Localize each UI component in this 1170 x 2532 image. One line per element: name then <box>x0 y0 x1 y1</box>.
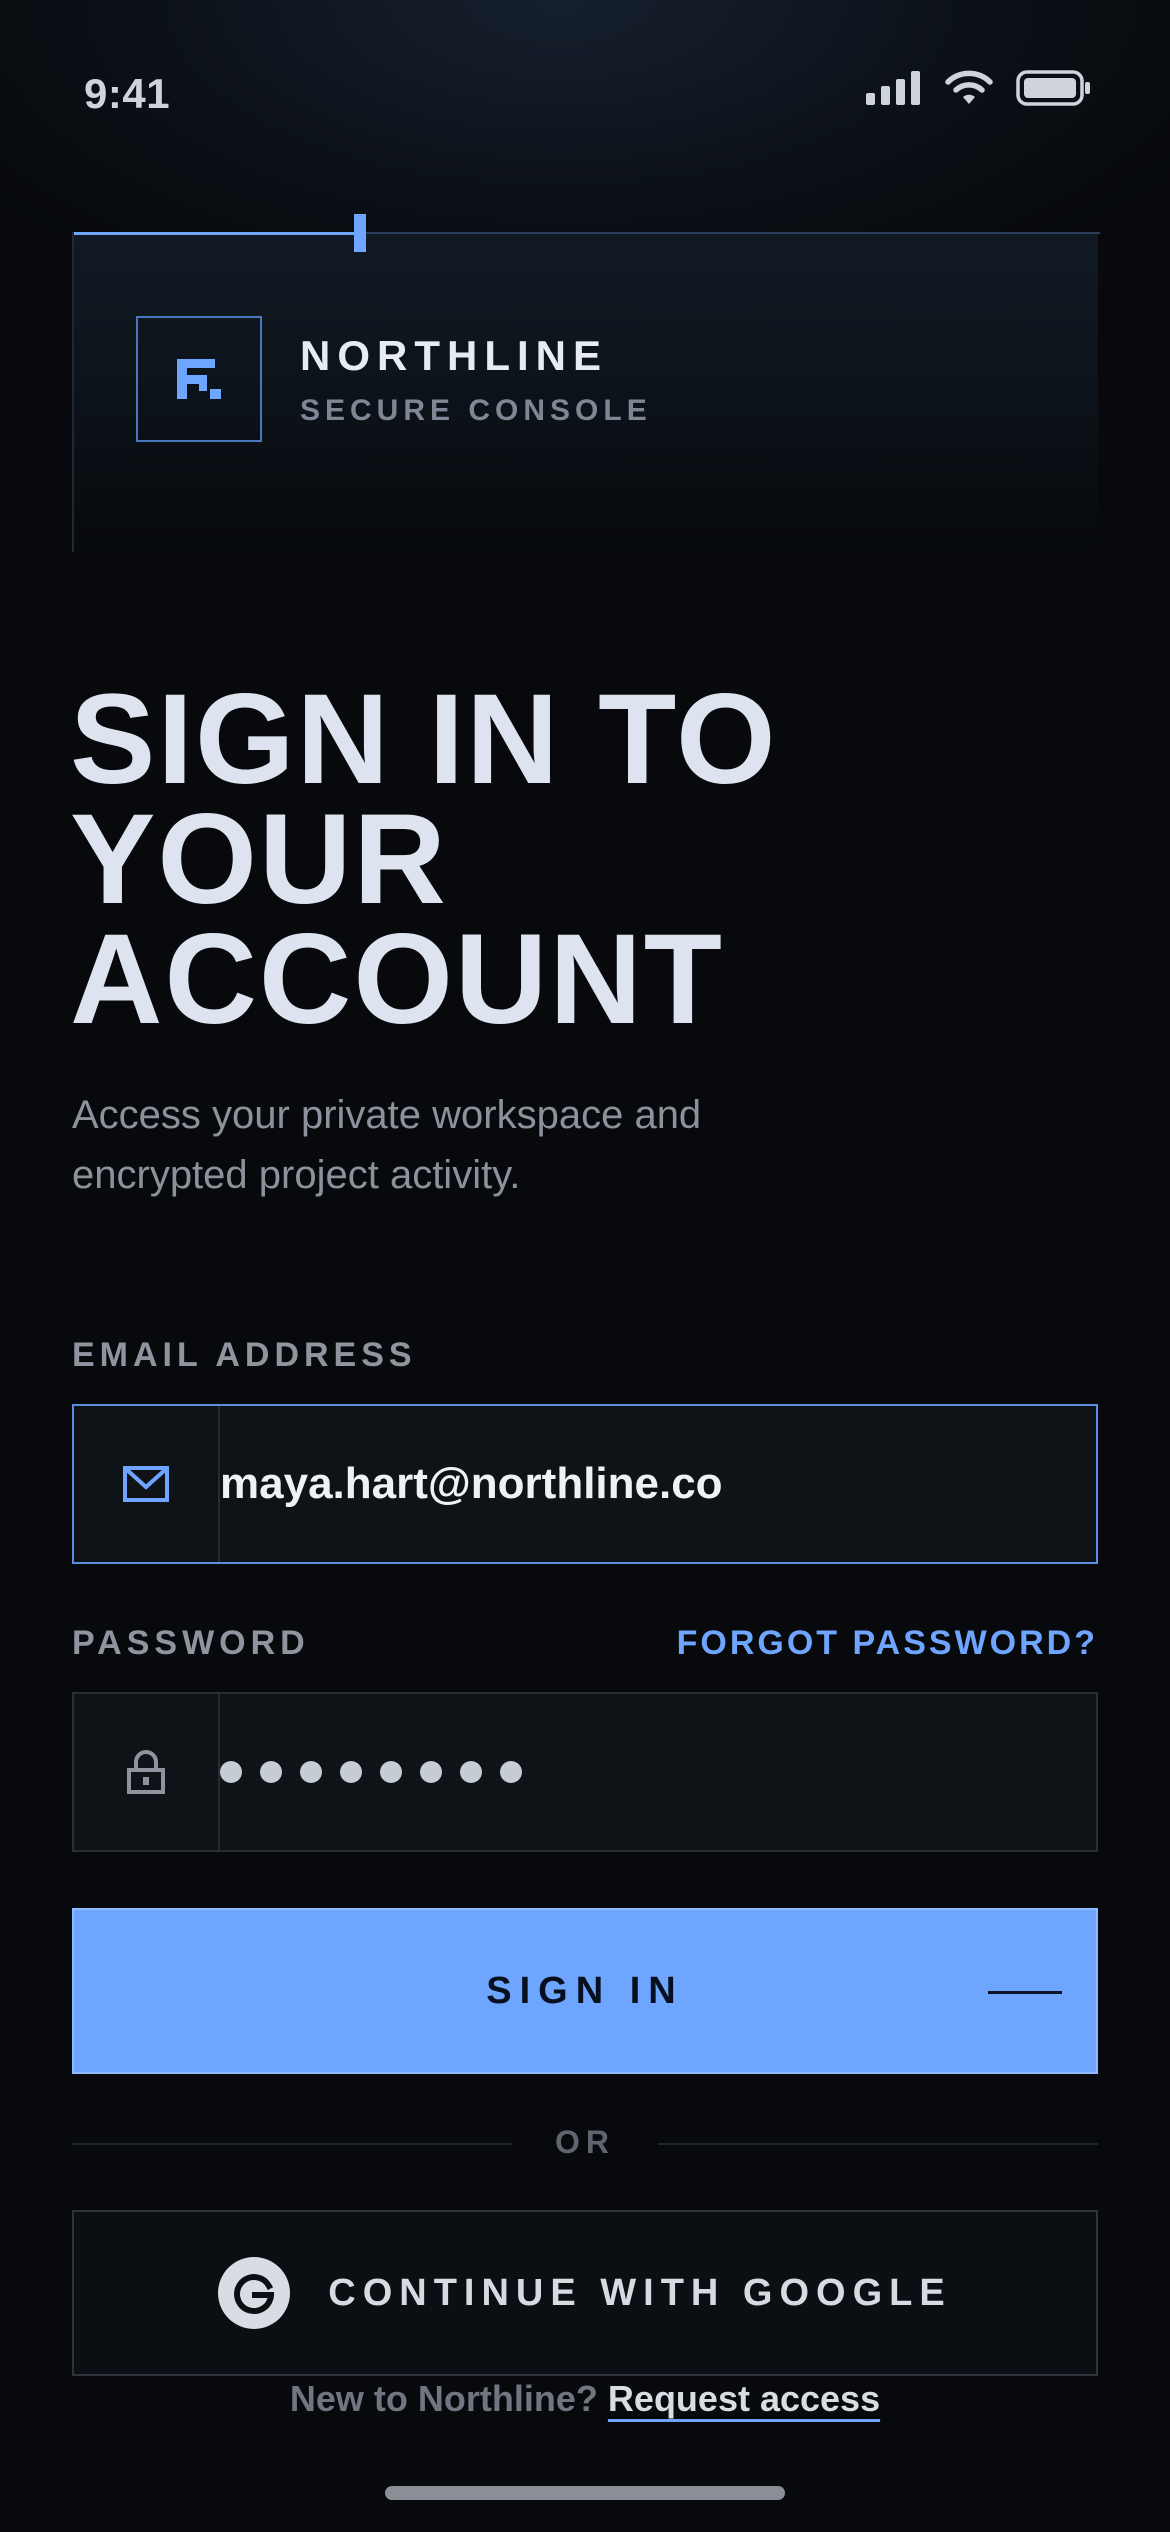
password-mask-dot <box>220 1761 242 1783</box>
password-mask-dot <box>300 1761 322 1783</box>
password-mask-dot <box>460 1761 482 1783</box>
arrow-dash-icon <box>988 1991 1062 1994</box>
email-field[interactable]: maya.hart@northline.co <box>72 1404 1098 1564</box>
password-label: PASSWORD <box>72 1624 310 1662</box>
google-icon <box>218 2257 291 2329</box>
brand-card-accent-line <box>74 232 358 235</box>
password-mask-dot <box>500 1761 522 1783</box>
status-time: 9:41 <box>84 70 171 117</box>
email-input-value[interactable]: maya.hart@northline.co <box>220 1459 723 1509</box>
continue-with-google-button[interactable]: CONTINUE WITH GOOGLE <box>72 2210 1098 2376</box>
mail-icon <box>123 1466 169 1502</box>
status-icons <box>866 70 1092 106</box>
brand-card-tick <box>354 214 366 252</box>
wifi-icon <box>945 70 993 104</box>
home-indicator[interactable] <box>385 2486 785 2500</box>
forgot-password-link[interactable]: FORGOT PASSWORD? <box>677 1624 1098 1663</box>
sign-in-button-label: SIGN IN <box>486 1969 684 2012</box>
password-field[interactable] <box>72 1692 1098 1852</box>
signal-icon <box>866 71 920 105</box>
password-icon-cell <box>74 1694 220 1850</box>
brand-name: NORTHLINE <box>300 332 608 379</box>
page-title-line: SIGN IN TO <box>70 668 778 811</box>
page-subtitle-line: Access your private workspace and <box>72 1093 702 1137</box>
request-access-link[interactable]: Request access <box>608 2378 880 2419</box>
sign-in-button[interactable]: SIGN IN <box>72 1908 1098 2074</box>
status-bar: 9:41 <box>0 0 1170 190</box>
northline-logo-icon <box>177 359 221 399</box>
brand-subtitle: SECURE CONSOLE <box>300 394 652 427</box>
password-mask-dot <box>380 1761 402 1783</box>
email-icon-cell <box>74 1406 220 1562</box>
page-subtitle: Access your private workspace and encryp… <box>72 1085 872 1205</box>
or-divider: OR <box>72 2120 1098 2170</box>
page-title-line: YOUR <box>70 788 448 931</box>
page-title-line: ACCOUNT <box>70 908 724 1051</box>
password-mask-dot <box>420 1761 442 1783</box>
page-title: SIGN IN TO YOUR ACCOUNT <box>70 668 1110 1051</box>
signup-prompt-text: New to Northline? <box>289 2378 598 2419</box>
google-button-label: CONTINUE WITH GOOGLE <box>328 2271 952 2314</box>
password-mask-dot <box>340 1761 362 1783</box>
brand-logo <box>136 316 262 442</box>
battery-icon <box>1016 70 1090 106</box>
signup-prompt: New to Northline? Request access <box>0 2378 1170 2420</box>
brand-card: NORTHLINE SECURE CONSOLE <box>72 214 1100 552</box>
divider-line-right <box>658 2143 1098 2145</box>
password-mask[interactable] <box>220 1761 522 1783</box>
lock-icon <box>127 1750 165 1794</box>
email-label: EMAIL ADDRESS <box>72 1336 417 1374</box>
page-subtitle-line: encrypted project activity. <box>72 1153 521 1197</box>
password-mask-dot <box>260 1761 282 1783</box>
